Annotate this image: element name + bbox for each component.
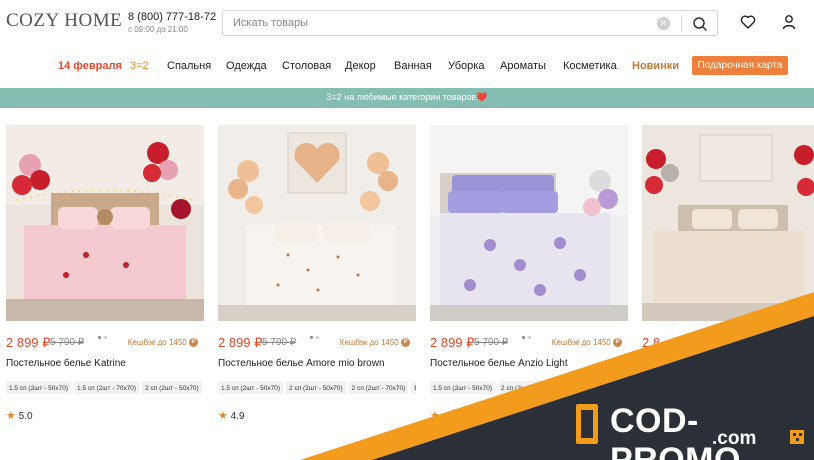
size-option[interactable]: Ев xyxy=(411,381,416,394)
cashback-text: Кешбэк до 1450 xyxy=(339,338,399,347)
size-option[interactable]: 2 сп (2шт - 50x70) xyxy=(286,381,346,394)
rating-value: 4.9 xyxy=(230,411,245,422)
size-option[interactable]: 1.5 сп (2шт - 50x70) xyxy=(430,381,496,394)
size-options: 1.5 сп (2шт - 50x70) 2 сп (2шт - 50x70) 2 … xyxy=(218,377,416,394)
product-card[interactable]: 2 8 xyxy=(642,125,814,425)
product-price: 2 899 ₽ xyxy=(6,335,51,350)
product-price: 2 8 xyxy=(642,335,661,350)
close-icon[interactable]: ✕ xyxy=(657,17,670,30)
product-name[interactable]: Постельное белье Katrine xyxy=(6,358,126,369)
product-name[interactable]: Постельное белье Amore mio brown xyxy=(218,358,385,369)
phone-number[interactable]: 8 (800) 777-18-72 xyxy=(128,11,216,23)
product-old-price: 5 790 ₽ xyxy=(474,337,509,348)
nav-item-bathroom[interactable]: Ванная xyxy=(394,60,432,72)
star-icon: ★ xyxy=(218,410,228,422)
ruble-icon: ₽ xyxy=(401,338,410,348)
size-option[interactable]: 2 сп (2шт - 50x70) xyxy=(498,381,558,394)
size-option[interactable]: Ев xyxy=(623,381,628,394)
nav-item-new[interactable]: Новинки xyxy=(632,60,679,72)
pager-dot[interactable] xyxy=(310,336,313,339)
product-image[interactable] xyxy=(6,125,204,321)
star-icon: ★ xyxy=(430,410,440,422)
product-price: 2 899 ₽ xyxy=(430,335,475,350)
promo-domain: .com xyxy=(712,428,757,449)
product-card[interactable]: 2 899 ₽ 5 790 ₽ Кешбэк до 1450 ₽ Постель… xyxy=(6,125,204,425)
size-options: 1.5 сп (2шт - 50x70) 2 сп (2шт - 50x70) 2 … xyxy=(430,377,628,394)
rating-value: 5.0 xyxy=(18,411,33,422)
image-pager[interactable] xyxy=(522,326,534,344)
gift-card-button[interactable]: Подарочная карта xyxy=(692,56,788,75)
nav-item-cosmetics[interactable]: Косметика xyxy=(563,60,617,72)
size-option[interactable]: 1.5 сп (2шт - 70x70) xyxy=(74,381,140,394)
pager-dot[interactable] xyxy=(104,336,107,339)
product-image[interactable] xyxy=(642,125,814,321)
search-icon[interactable] xyxy=(691,15,709,33)
product-image[interactable] xyxy=(430,125,628,321)
search-bar[interactable]: Искать товары ✕ xyxy=(222,10,718,36)
product-name[interactable]: Постельное белье Anzio Light xyxy=(430,358,568,369)
search-input[interactable]: Искать товары xyxy=(233,17,308,29)
working-hours: с 09:00 до 21:00 xyxy=(128,25,188,34)
nav-item-decor[interactable]: Декор xyxy=(345,60,376,72)
nav-item-3-2[interactable]: 3=2 xyxy=(130,60,149,72)
ruble-icon: ₽ xyxy=(613,338,622,348)
pager-dot[interactable] xyxy=(316,336,319,339)
size-option[interactable]: 1.5 сп (2шт - 50x70) xyxy=(218,381,284,394)
product-image[interactable] xyxy=(218,125,416,321)
pager-dot[interactable] xyxy=(528,336,531,339)
nav-item-clothes[interactable]: Одежда xyxy=(226,60,267,72)
product-card[interactable]: 2 899 ₽ 5 790 ₽ Кешбэк до 1450 ₽ Постель… xyxy=(430,125,628,425)
product-card[interactable]: 2 899 ₽ 5 790 ₽ Кешбэк до 1450 ₽ Постель… xyxy=(218,125,416,425)
cashback-badge: Кешбэк до 1450 ₽ xyxy=(339,338,410,348)
cashback-text: Кешбэк до 1450 xyxy=(551,338,611,347)
nav-item-cleaning[interactable]: Уборка xyxy=(448,60,484,72)
promo-banner[interactable]: 3=2 на любимые категории товаров❤️ xyxy=(0,88,814,108)
size-options: 1.5 сп (2шт - 50x70) 1.5 сп (2шт - 70x70)… xyxy=(6,377,204,394)
cashback-text: Кешбэк до 1450 xyxy=(127,338,187,347)
nav-item-bedroom[interactable]: Спальня xyxy=(167,60,211,72)
cashback-badge: Кешбэк до 1450 ₽ xyxy=(127,338,198,348)
product-rating: ★ 5.0 xyxy=(6,409,33,422)
user-icon[interactable] xyxy=(782,14,796,30)
product-rating: ★ xyxy=(430,409,440,422)
size-option[interactable]: 1.5 сп (2шт - 50x70) xyxy=(6,381,72,394)
banner-text: 3=2 на любимые категории товаров❤️ xyxy=(326,92,488,102)
size-option[interactable]: 2 сп (2шт - 70x70) xyxy=(560,381,621,394)
ruble-icon: ₽ xyxy=(189,338,198,348)
pager-dot[interactable] xyxy=(98,336,101,339)
star-icon: ★ xyxy=(6,410,16,422)
product-old-price: 5 790 ₽ xyxy=(50,337,85,348)
pager-dot[interactable] xyxy=(522,336,525,339)
product-old-price: 5 790 ₽ xyxy=(262,337,297,348)
product-rating: ★ 4.9 xyxy=(218,409,245,422)
nav-item-valentines[interactable]: 14 февраля xyxy=(58,60,122,72)
product-price: 2 899 ₽ xyxy=(218,335,263,350)
image-pager[interactable] xyxy=(98,326,110,344)
image-pager[interactable] xyxy=(310,326,322,344)
size-option[interactable]: 2 сп (2шт - 50x70) xyxy=(142,381,202,394)
search-divider xyxy=(681,15,682,32)
heart-icon[interactable] xyxy=(740,14,756,30)
nav-item-dining[interactable]: Столовая xyxy=(282,60,331,72)
size-option[interactable]: 2 сп (2шт - 70x70) xyxy=(348,381,409,394)
header: COZY HOME 8 (800) 777-18-72 с 09:00 до 2… xyxy=(0,0,814,46)
cashback-badge: Кешбэк до 1450 ₽ xyxy=(551,338,622,348)
nav-item-aromas[interactable]: Ароматы xyxy=(500,60,546,72)
logo[interactable]: COZY HOME xyxy=(6,10,122,32)
